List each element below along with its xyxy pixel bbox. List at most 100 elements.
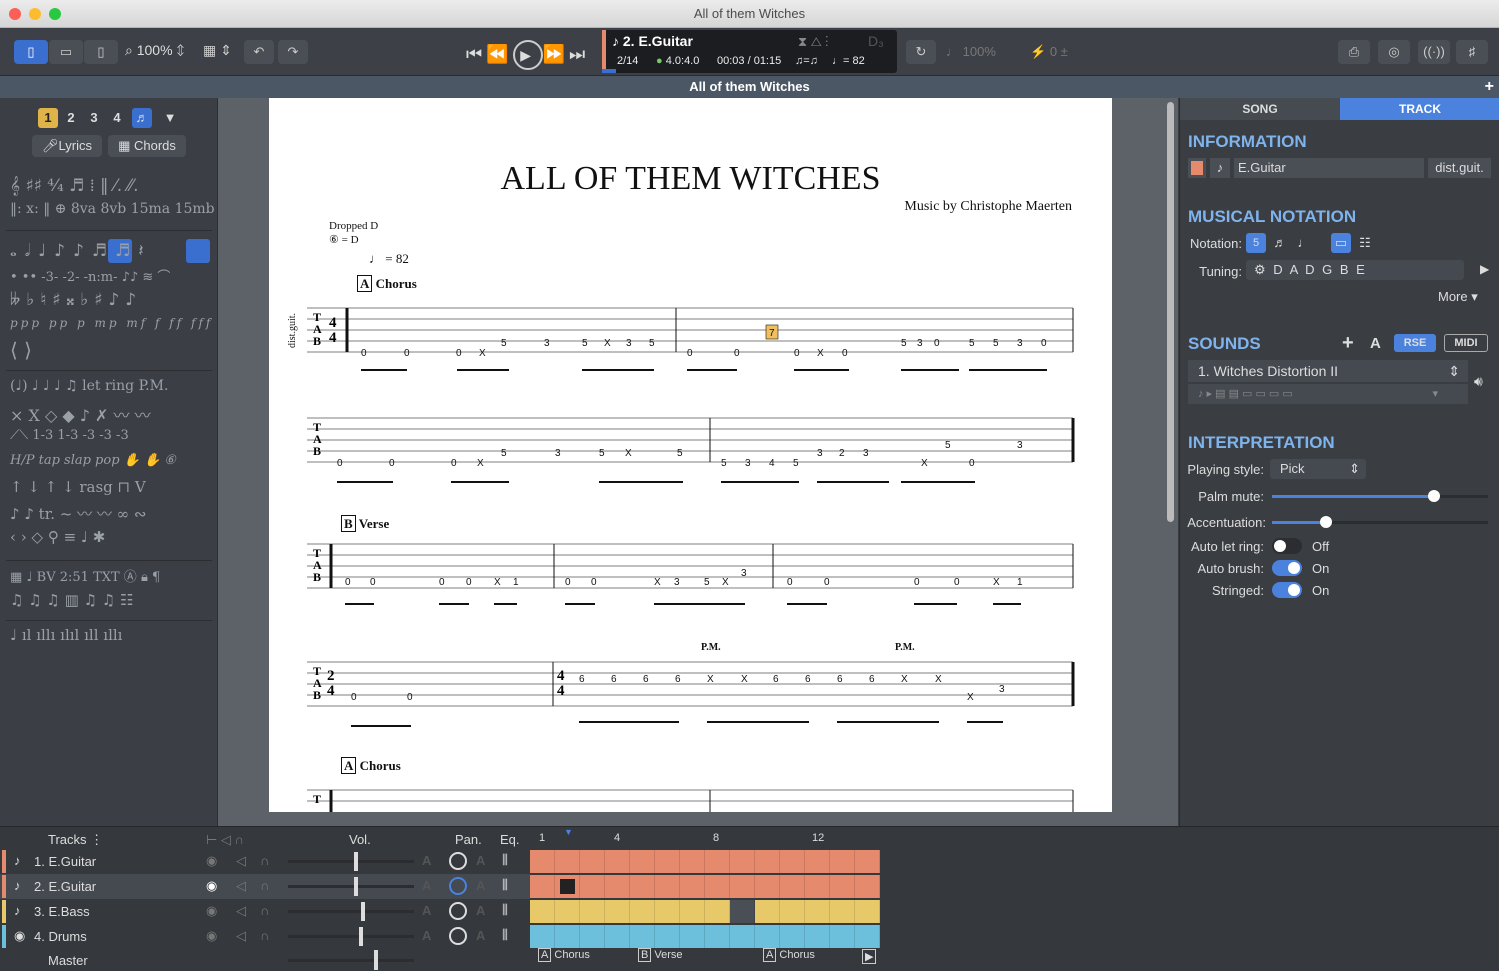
palm-mute-slider[interactable]: [1272, 490, 1488, 502]
bar-cell[interactable]: [830, 925, 855, 948]
next-section-icon[interactable]: ▶: [862, 949, 877, 964]
mute-icon[interactable]: ◁: [236, 903, 246, 919]
effect-tools-4[interactable]: H/P tap slap pop ✋ ✋ ⑥: [10, 453, 176, 468]
bar-cell[interactable]: [705, 925, 730, 948]
sound-effects-chain[interactable]: ♪ ▸ ▤ ▤ ▭ ▭ ▭ ▭ ▾: [1188, 384, 1468, 404]
track-row[interactable]: ◉ 4. Drums ◉ ◁ ∩ A A ⫼: [0, 924, 880, 949]
equalizer-icon[interactable]: ⫼: [502, 927, 508, 943]
bar-cell[interactable]: [780, 925, 805, 948]
bar-cell[interactable]: [655, 900, 680, 923]
score-page[interactable]: ALL OF THEM WITCHES Music by Christophe …: [269, 98, 1112, 812]
next-bar-icon[interactable]: ⏩: [543, 44, 569, 64]
tuning-expand-icon[interactable]: ▶: [1480, 262, 1489, 276]
pan-knob[interactable]: [449, 927, 467, 945]
bar-cell[interactable]: [630, 900, 655, 923]
palm-mute-knob[interactable]: [1428, 490, 1440, 502]
volume-slider[interactable]: [288, 910, 414, 913]
playing-style-select[interactable]: Pick ⇕: [1270, 459, 1366, 479]
hairpin-tools[interactable]: ⟨ ⟩: [10, 338, 32, 362]
playhead-marker[interactable]: ▼: [564, 827, 573, 837]
voice-3-button[interactable]: 3: [84, 108, 104, 128]
bar-cell[interactable]: [705, 875, 730, 898]
accentuation-knob[interactable]: [1320, 516, 1332, 528]
standard-notation-toggle[interactable]: ♬: [1270, 233, 1290, 253]
pan-automation-icon[interactable]: A: [476, 878, 485, 893]
bar-cell[interactable]: [530, 925, 555, 948]
bar-cell[interactable]: [730, 850, 755, 873]
more-dropdown[interactable]: More ▾: [1438, 289, 1478, 305]
guitar-icon[interactable]: ♪: [1210, 158, 1230, 178]
headphones-icon[interactable]: ∩: [260, 878, 269, 893]
pan-knob[interactable]: [449, 877, 467, 895]
bar-cell[interactable]: [680, 925, 705, 948]
multi-staff-toggle[interactable]: ☷: [1355, 233, 1375, 253]
loop-button[interactable]: ↻: [906, 40, 936, 64]
text-tools[interactable]: ▦ ♩ BV 2:51 TXT Ⓐ 🔒︎ ¶: [10, 566, 160, 585]
headphones-icon[interactable]: ∩: [260, 853, 269, 868]
minimize-window-button[interactable]: [29, 8, 41, 20]
tuner-button[interactable]: ◎: [1378, 40, 1410, 64]
volume-automation-icon[interactable]: A: [422, 903, 431, 918]
headphones-icon[interactable]: ∩: [260, 903, 269, 918]
bar-cell[interactable]: [530, 850, 555, 873]
bar-cell[interactable]: [730, 925, 755, 948]
layout-select[interactable]: ▦ ⇕: [203, 42, 232, 59]
bar-cell[interactable]: [605, 925, 630, 948]
bar-cell[interactable]: [630, 850, 655, 873]
bar-cell[interactable]: [555, 850, 580, 873]
pan-automation-icon[interactable]: A: [476, 853, 485, 868]
automation-tools[interactable]: ♫ ♫ ♫ ▥ ♫ ♫ ☷: [10, 591, 133, 609]
master-volume-slider[interactable]: [288, 959, 414, 962]
mute-icon[interactable]: ◁: [236, 928, 246, 944]
bar-cell[interactable]: [855, 900, 880, 923]
midi-button[interactable]: MIDI: [1444, 334, 1488, 352]
pan-automation-icon[interactable]: A: [476, 928, 485, 943]
tab-song[interactable]: SONG: [1180, 98, 1340, 120]
volume-slider[interactable]: [288, 935, 414, 938]
pan-knob[interactable]: [449, 902, 467, 920]
track-row[interactable]: ♪ 3. E.Bass ◉ ◁ ∩ A A ⫼: [0, 899, 880, 924]
bar-cell[interactable]: [630, 875, 655, 898]
close-window-button[interactable]: [9, 8, 21, 20]
volume-knob[interactable]: [353, 852, 358, 871]
mute-icon[interactable]: ◁: [236, 878, 246, 894]
bar-cell[interactable]: [580, 925, 605, 948]
bar-cell[interactable]: [730, 875, 755, 898]
score-scrollbar[interactable]: [1167, 102, 1174, 522]
volume-knob[interactable]: [353, 877, 358, 896]
tab-track[interactable]: TRACK: [1340, 98, 1499, 120]
redo-button[interactable]: ↷: [278, 40, 308, 64]
view-left-panel-button[interactable]: ▯: [14, 40, 48, 64]
bar-cell[interactable]: [780, 875, 805, 898]
print-button[interactable]: ⎙: [1338, 40, 1370, 64]
broadcast-button[interactable]: ((·)): [1418, 40, 1450, 64]
effect-tools-2[interactable]: × X ◇ ◆ ♪ ✗ 〰 〰: [10, 402, 151, 426]
bar-cell[interactable]: [805, 850, 830, 873]
volume-automation-icon[interactable]: A: [422, 878, 431, 893]
view-right-panel-button[interactable]: ▯: [84, 40, 118, 64]
bar-cell[interactable]: [605, 850, 630, 873]
accentuation-slider[interactable]: [1272, 516, 1488, 528]
instrument-view-button[interactable]: ♯: [1456, 40, 1488, 64]
volume-knob[interactable]: [361, 902, 366, 921]
bar-cell[interactable]: [655, 925, 680, 948]
bar-cell[interactable]: [630, 925, 655, 948]
bar-tools[interactable]: ‖: x: ‖ ⊕ 8va 8vb 15ma 15mb: [10, 201, 215, 217]
single-staff-toggle[interactable]: ▭: [1331, 233, 1351, 253]
bar-cell[interactable]: [780, 850, 805, 873]
eye-icon[interactable]: ◉: [206, 878, 217, 894]
stroke-tools[interactable]: ↑ ↓ ↑ ↓ rasg ⊓ V: [10, 478, 146, 496]
pitch-control[interactable]: ⚡ 0 ±: [1030, 44, 1068, 60]
dynamics-tools[interactable]: ppp pp p mp mf f ff fff: [10, 316, 213, 330]
volume-slider[interactable]: [288, 885, 414, 888]
track-short-name-field[interactable]: dist.guit.: [1428, 158, 1491, 178]
eye-icon[interactable]: ◉: [206, 928, 217, 944]
articulation-tools[interactable]: ‹ › ◇ ⚲ ≡ ♩ ✱: [10, 528, 105, 546]
tuplet-tools[interactable]: • •• -3- -2- -n:m- ♪♪ ≋ ⌒: [10, 266, 170, 285]
volume-automation-icon[interactable]: A: [422, 928, 431, 943]
bar-cell[interactable]: [555, 925, 580, 948]
bar-cell[interactable]: [530, 875, 555, 898]
equalizer-icon[interactable]: ⫼: [502, 877, 508, 893]
bar-cell[interactable]: [605, 875, 630, 898]
speaker-icon[interactable]: 🔊︎: [1474, 373, 1483, 390]
